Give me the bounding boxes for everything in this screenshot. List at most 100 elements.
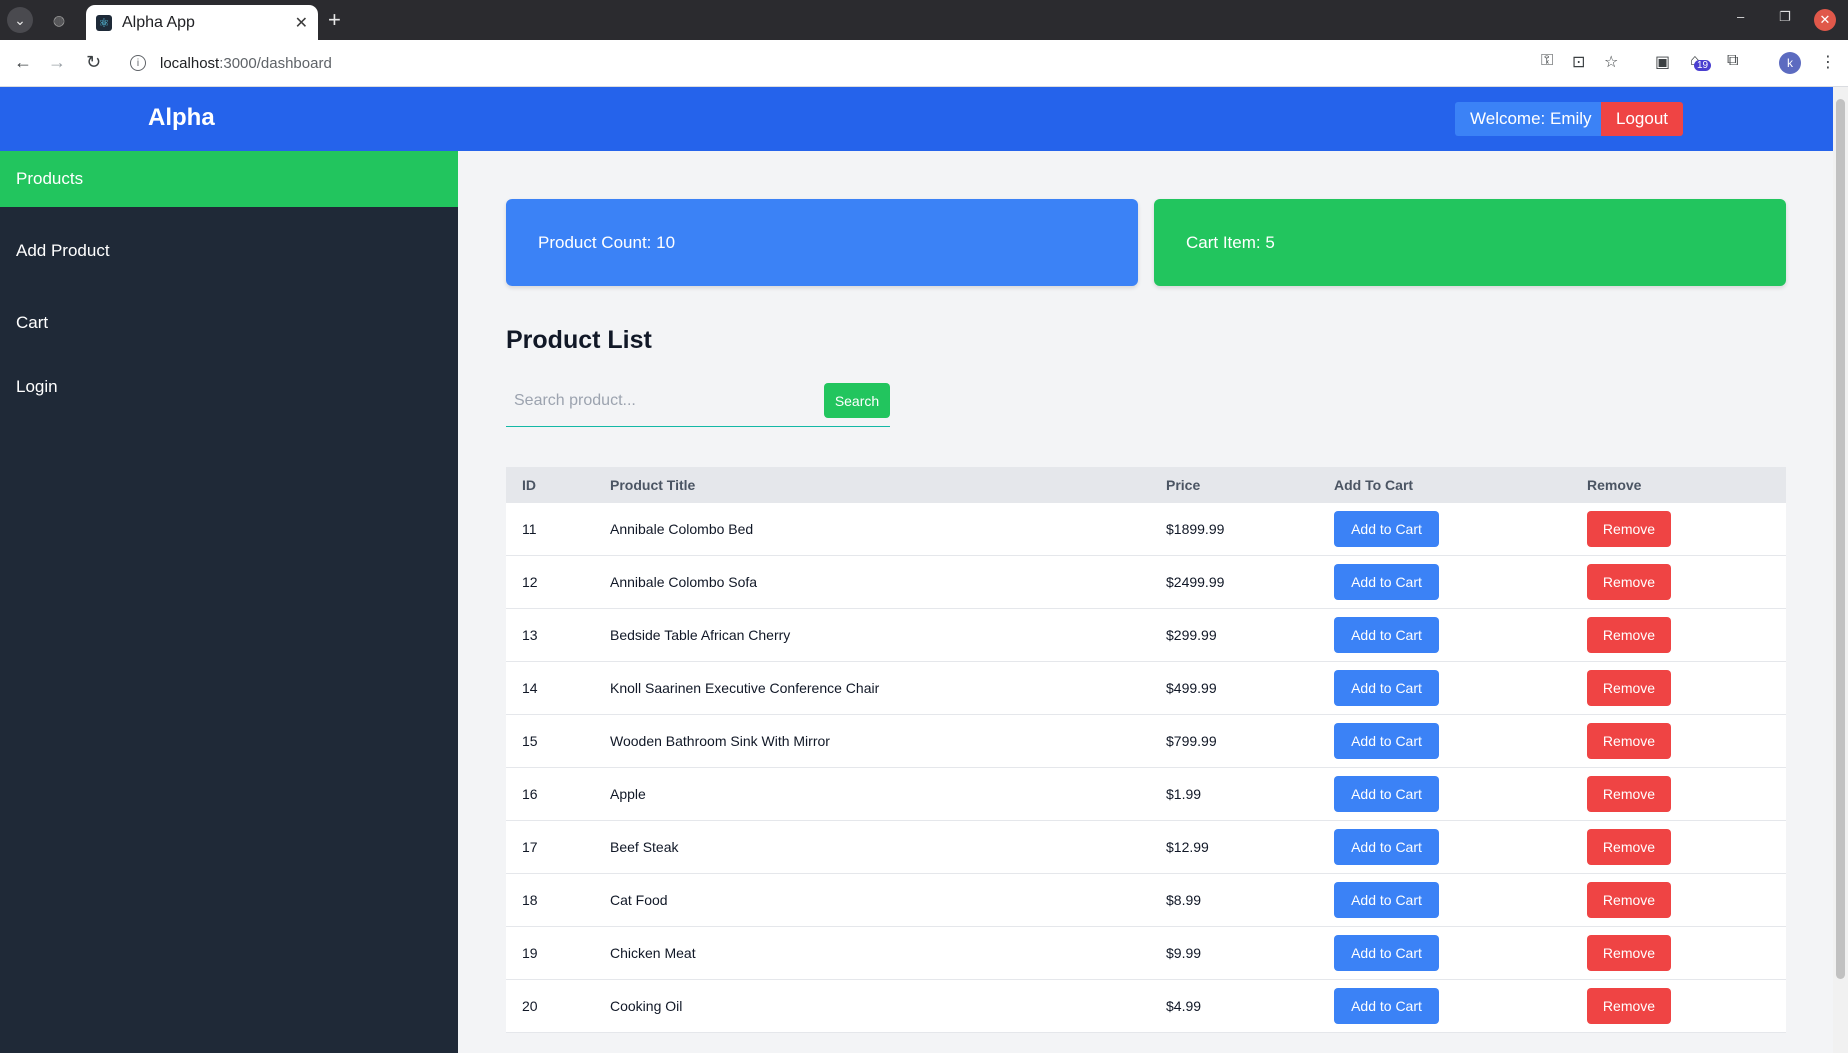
product-id: 17 xyxy=(522,839,538,855)
add-to-cart-button[interactable]: Add to Cart xyxy=(1334,564,1439,600)
table-row: 17 Beef Steak $12.99 Add to Cart Remove xyxy=(506,821,1786,874)
brand-logo[interactable]: Alpha xyxy=(148,104,215,132)
product-title: Cooking Oil xyxy=(610,998,683,1014)
add-to-cart-button[interactable]: Add to Cart xyxy=(1334,617,1439,653)
product-price: $2499.99 xyxy=(1166,574,1225,590)
bookmark-star-icon[interactable]: ☆ xyxy=(1604,52,1618,72)
search-bar: Search xyxy=(506,382,890,427)
product-title: Bedside Table African Cherry xyxy=(610,627,791,643)
menu-kebab-icon[interactable]: ⋮ xyxy=(1820,52,1836,72)
react-favicon-icon: ⚛ xyxy=(96,14,112,31)
table-row: 15 Wooden Bathroom Sink With Mirror $799.9… xyxy=(506,715,1786,768)
product-title: Wooden Bathroom Sink With Mirror xyxy=(610,733,830,749)
welcome-badge: Welcome: Emily xyxy=(1455,102,1607,136)
product-title: Annibale Colombo Bed xyxy=(610,521,754,537)
search-button[interactable]: Search xyxy=(824,383,890,418)
add-to-cart-button[interactable]: Add to Cart xyxy=(1334,511,1439,547)
remove-button[interactable]: Remove xyxy=(1587,882,1671,918)
add-to-cart-button[interactable]: Add to Cart xyxy=(1334,988,1439,1024)
product-price: $1.99 xyxy=(1166,786,1202,802)
page-scrollbar[interactable] xyxy=(1833,87,1848,1053)
table-row: 13 Bedside Table African Cherry $299.99 Add… xyxy=(506,609,1786,662)
product-price: $799.99 xyxy=(1166,733,1217,749)
product-count-card: Product Count: 10 xyxy=(506,199,1138,286)
add-to-cart-button[interactable]: Add to Cart xyxy=(1334,935,1439,971)
remove-button[interactable]: Remove xyxy=(1587,564,1671,600)
product-price: $1899.99 xyxy=(1166,521,1225,537)
add-to-cart-button[interactable]: Add to Cart xyxy=(1334,776,1439,812)
table-row: 19 Chicken Meat $9.99 Add to Cart Remove xyxy=(506,927,1786,980)
browser-toolbar: ← → ↻ i localhost:3000/dashboard ⚿ ⊡ ☆ ▣… xyxy=(0,40,1848,87)
tab-title: Alpha App xyxy=(122,13,195,31)
table-header: ID Product Title Price Add To Cart Remov… xyxy=(506,467,1786,503)
remove-button[interactable]: Remove xyxy=(1587,511,1671,547)
product-id: 14 xyxy=(522,680,538,696)
restore-icon[interactable]: ❐ xyxy=(1779,9,1791,25)
product-id: 11 xyxy=(522,521,537,537)
app-header: Alpha Welcome: Emily Logout xyxy=(0,87,1833,151)
product-price: $299.99 xyxy=(1166,627,1217,643)
product-price: $8.99 xyxy=(1166,892,1202,908)
column-header-title: Product Title xyxy=(610,477,696,493)
browser-tab[interactable]: ⚛ Alpha App ✕ xyxy=(86,5,318,40)
table-row: 16 Apple $1.99 Add to Cart Remove xyxy=(506,768,1786,821)
remove-button[interactable]: Remove xyxy=(1587,935,1671,971)
close-tab-icon[interactable]: ✕ xyxy=(295,13,308,33)
column-header-id: ID xyxy=(522,477,536,493)
column-header-price: Price xyxy=(1166,477,1201,493)
product-title: Knoll Saarinen Executive Conference Chai… xyxy=(610,680,880,696)
add-to-cart-button[interactable]: Add to Cart xyxy=(1334,670,1439,706)
product-title: Chicken Meat xyxy=(610,945,696,961)
add-to-cart-button[interactable]: Add to Cart xyxy=(1334,882,1439,918)
sidebar-item-cart[interactable]: Cart xyxy=(0,295,458,351)
product-price: $499.99 xyxy=(1166,680,1217,696)
product-title: Cat Food xyxy=(610,892,668,908)
product-price: $9.99 xyxy=(1166,945,1202,961)
extensions-puzzle-icon[interactable]: ⧉ xyxy=(1727,52,1738,70)
product-list-title: Product List xyxy=(506,326,652,354)
scrollbar-thumb[interactable] xyxy=(1836,99,1845,979)
sidebar-item-login[interactable]: Login xyxy=(0,359,458,415)
url-path: :3000/dashboard xyxy=(219,54,332,72)
product-price: $4.99 xyxy=(1166,998,1202,1014)
extension-icon[interactable]: ▣ xyxy=(1655,52,1670,72)
product-id: 12 xyxy=(522,574,538,590)
add-to-cart-button[interactable]: Add to Cart xyxy=(1334,723,1439,759)
remove-button[interactable]: Remove xyxy=(1587,776,1671,812)
remove-button[interactable]: Remove xyxy=(1587,670,1671,706)
globe-icon[interactable]: ◍ xyxy=(46,7,72,33)
profile-avatar[interactable]: k xyxy=(1779,52,1801,74)
extension-badge: 19 xyxy=(1694,60,1712,71)
remove-button[interactable]: Remove xyxy=(1587,988,1671,1024)
remove-button[interactable]: Remove xyxy=(1587,617,1671,653)
product-title: Beef Steak xyxy=(610,839,679,855)
forward-icon[interactable]: → xyxy=(48,52,66,73)
back-icon[interactable]: ← xyxy=(14,52,32,73)
product-title: Annibale Colombo Sofa xyxy=(610,574,758,590)
product-title: Apple xyxy=(610,786,646,802)
search-input[interactable] xyxy=(506,382,820,420)
tab-search-chevron-icon[interactable]: ⌄ xyxy=(7,7,33,33)
product-id: 15 xyxy=(522,733,538,749)
window-close-icon[interactable]: ✕ xyxy=(1814,9,1836,31)
install-app-icon[interactable]: ⊡ xyxy=(1572,52,1585,72)
key-icon[interactable]: ⚿ xyxy=(1541,52,1553,70)
sidebar-item-add-product[interactable]: Add Product xyxy=(0,223,458,279)
url-host: localhost xyxy=(160,54,220,72)
product-id: 13 xyxy=(522,627,538,643)
reload-icon[interactable]: ↻ xyxy=(86,52,101,73)
column-header-remove: Remove xyxy=(1587,477,1642,493)
new-tab-icon[interactable]: + xyxy=(328,7,341,33)
remove-button[interactable]: Remove xyxy=(1587,829,1671,865)
table-row: 18 Cat Food $8.99 Add to Cart Remove xyxy=(506,874,1786,927)
product-id: 19 xyxy=(522,945,538,961)
add-to-cart-button[interactable]: Add to Cart xyxy=(1334,829,1439,865)
site-info-icon[interactable]: i xyxy=(130,55,146,71)
product-id: 20 xyxy=(522,998,538,1014)
minimize-icon[interactable]: – xyxy=(1737,9,1744,24)
logout-button[interactable]: Logout xyxy=(1601,102,1683,136)
table-row: 12 Annibale Colombo Sofa $2499.99 Add to Ca… xyxy=(506,556,1786,609)
remove-button[interactable]: Remove xyxy=(1587,723,1671,759)
sidebar-item-products[interactable]: Products xyxy=(0,151,458,207)
address-bar[interactable]: i localhost:3000/dashboard xyxy=(120,45,1530,81)
